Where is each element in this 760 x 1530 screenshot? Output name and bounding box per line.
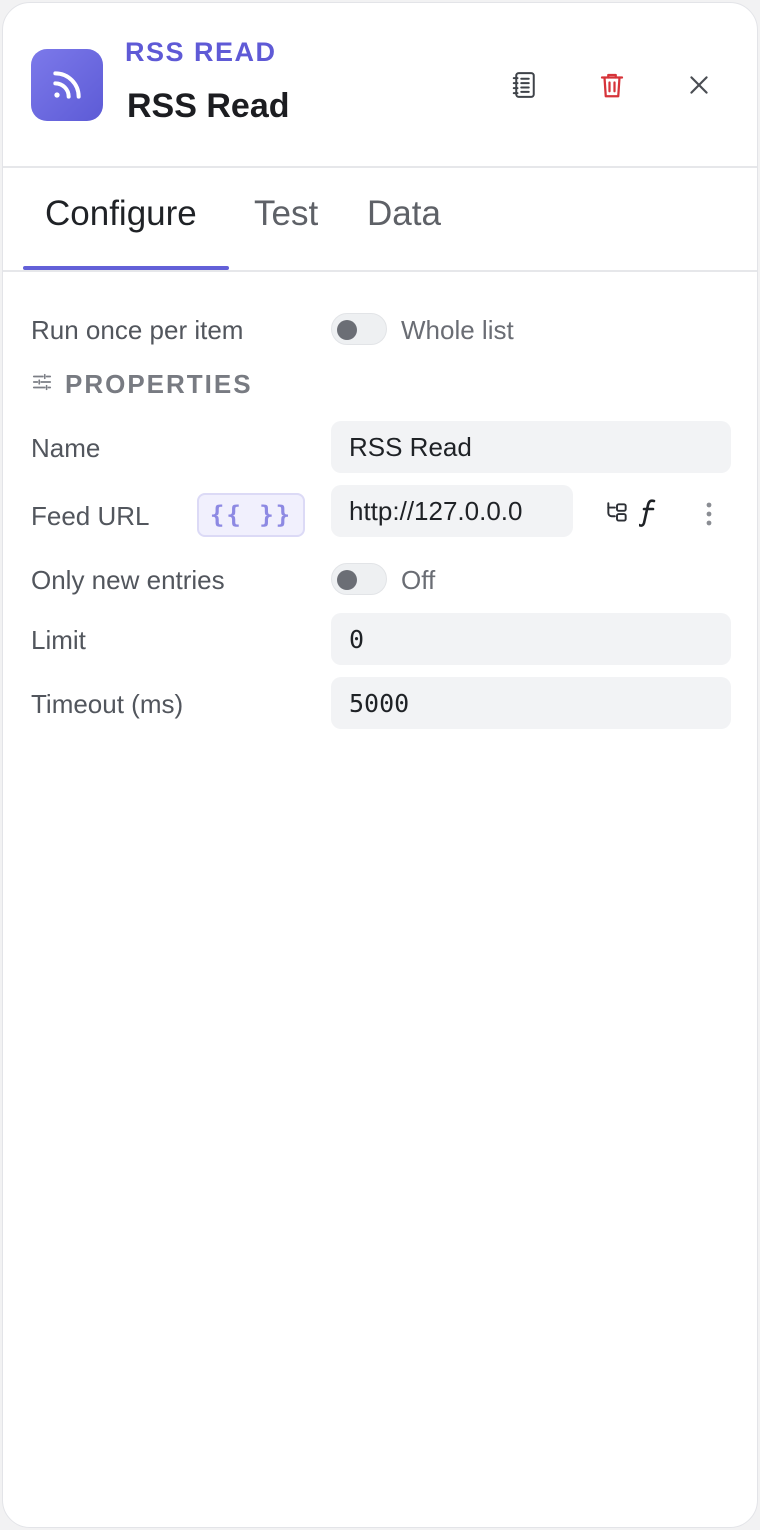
toggle-knob <box>337 570 357 590</box>
properties-title: PROPERTIES <box>65 369 253 399</box>
more-vertical-icon[interactable] <box>697 497 721 531</box>
name-field[interactable]: RSS Read <box>331 421 731 473</box>
timeout-field[interactable]: 5000 <box>331 677 731 729</box>
rss-icon <box>31 49 103 121</box>
tab-configure[interactable]: Configure <box>45 194 197 242</box>
feed-url-label: Feed URL <box>31 501 150 531</box>
only-new-entries-toggle[interactable] <box>331 563 387 595</box>
limit-field[interactable]: 0 <box>331 613 731 665</box>
notebook-icon <box>510 70 540 105</box>
node-type-label: RSS READ <box>125 37 277 67</box>
delete-node-button[interactable] <box>590 65 634 109</box>
tab-data[interactable]: Data <box>367 194 441 242</box>
timeout-label: Timeout (ms) <box>31 689 184 719</box>
limit-label: Limit <box>31 625 86 655</box>
trash-icon <box>597 70 627 105</box>
schema-tree-icon[interactable] <box>603 499 631 527</box>
run-mode-toggle-text: Whole list <box>401 315 514 345</box>
tab-test[interactable]: Test <box>254 194 318 242</box>
run-mode-label: Run once per item <box>31 315 244 345</box>
node-name-title[interactable]: RSS Read <box>127 87 290 126</box>
feed-url-value: http://127.0.0.0 <box>349 495 523 526</box>
feed-url-field[interactable]: http://127.0.0.0 <box>331 485 573 537</box>
function-icon[interactable] <box>637 495 661 529</box>
toggle-knob <box>337 320 357 340</box>
only-new-entries-toggle-text: Off <box>401 565 436 595</box>
expression-toggle-button[interactable]: {{ }} <box>197 493 305 537</box>
close-icon <box>686 72 712 103</box>
properties-heading: PROPERTIES <box>31 369 253 400</box>
close-panel-button[interactable] <box>677 65 721 109</box>
tab-bar: Configure Test Data <box>3 168 757 272</box>
active-tab-indicator <box>23 266 229 270</box>
sliders-icon <box>31 371 53 398</box>
run-mode-toggle[interactable] <box>331 313 387 345</box>
docs-button[interactable] <box>503 65 547 109</box>
node-settings-panel: RSS READ RSS Read Configure Test Data Ru… <box>2 2 758 1528</box>
name-label: Name <box>31 433 101 463</box>
panel-header: RSS READ RSS Read <box>3 3 757 168</box>
only-new-entries-label: Only new entries <box>31 565 225 595</box>
